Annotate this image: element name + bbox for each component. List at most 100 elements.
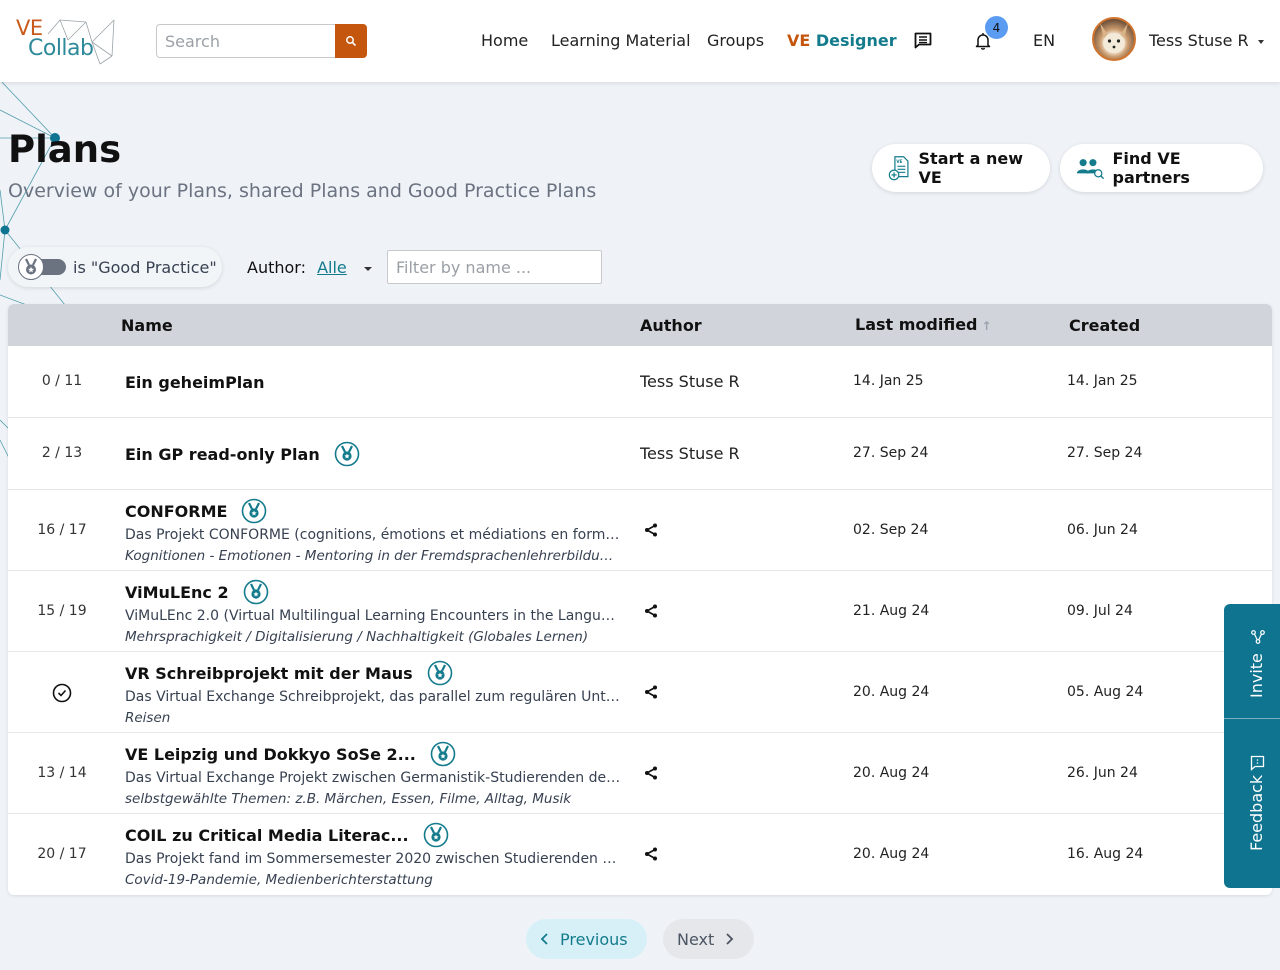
previous-page-button[interactable]: Previous xyxy=(526,919,647,959)
plan-author: Tess Stuse R xyxy=(640,372,740,391)
language-switcher[interactable]: EN xyxy=(1033,31,1055,50)
plan-created: 09. Jul 24 xyxy=(1067,602,1133,619)
plan-created: 27. Sep 24 xyxy=(1067,445,1143,461)
plan-last-modified: 20. Aug 24 xyxy=(853,845,930,862)
table-row[interactable]: 16 / 17 CONFORME Das Projekt CONFORME (cog… xyxy=(8,490,1272,571)
nav-ve-designer-suffix: Designer xyxy=(815,31,897,50)
nav-learning-material[interactable]: Learning Material xyxy=(551,31,691,50)
find-ve-partners-label: Find VE partners xyxy=(1112,149,1190,187)
plan-topics: Reisen xyxy=(125,710,171,726)
good-practice-medal-icon xyxy=(427,660,453,686)
search-input[interactable] xyxy=(156,24,336,58)
side-action-tab: Invite Feedback xyxy=(1224,604,1280,888)
find-partners-icon xyxy=(1076,159,1105,180)
nav-home[interactable]: Home xyxy=(481,31,528,50)
plan-last-modified: 14. Jan 25 xyxy=(853,373,924,389)
plan-description: ViMuLEnc 2.0 (Virtual Multilingual Learn… xyxy=(125,608,621,624)
completed-check-icon xyxy=(8,683,116,707)
plan-topics: Mehrsprachigkeit / Digitalisierung / Nac… xyxy=(125,629,589,645)
plan-last-modified: 21. Aug 24 xyxy=(853,602,930,619)
plan-name-link[interactable]: Ein GP read-only Plan xyxy=(125,440,360,468)
search-button[interactable] xyxy=(335,24,367,58)
feedback-icon xyxy=(1250,755,1265,771)
plan-description: Das Virtual Exchange Schreibprojekt, das… xyxy=(125,689,621,705)
column-header-last-modified[interactable]: Last modified ↑ xyxy=(855,315,992,334)
plan-created: 14. Jan 25 xyxy=(1067,373,1138,389)
vecollab-logo[interactable]: VE Collab xyxy=(16,16,120,66)
nav-ve-designer-prefix: VE xyxy=(787,31,811,50)
medal-icon xyxy=(25,258,37,275)
feedback-label: Feedback xyxy=(1247,774,1266,851)
good-practice-medal-icon xyxy=(430,741,456,767)
plan-name: VE Leipzig und Dokkyo SoSe 2... xyxy=(125,744,416,764)
good-practice-label: is "Good Practice" xyxy=(73,258,217,277)
plan-created: 06. Jun 24 xyxy=(1067,521,1138,538)
column-header-name[interactable]: Name xyxy=(121,316,173,335)
column-header-author[interactable]: Author xyxy=(640,316,702,335)
nav-groups[interactable]: Groups xyxy=(707,31,764,50)
plan-last-modified: 20. Aug 24 xyxy=(853,683,930,700)
filter-by-name-input[interactable] xyxy=(387,250,602,284)
plan-name: COIL zu Critical Media Literac... xyxy=(125,825,409,845)
table-row[interactable]: 20 / 17 COIL zu Critical Media Literac...… xyxy=(8,814,1272,895)
plan-created: 16. Aug 24 xyxy=(1067,845,1144,862)
plan-name-link[interactable]: VR Schreibprojekt mit der Maus xyxy=(125,659,453,687)
chevron-right-icon xyxy=(726,933,734,945)
plan-created: 26. Jun 24 xyxy=(1067,764,1138,781)
plan-name-link[interactable]: VE Leipzig und Dokkyo SoSe 2... xyxy=(125,740,456,768)
page-subtitle: Overview of your Plans, shared Plans and… xyxy=(8,180,597,202)
table-row[interactable]: 0 / 11 Ein geheimPlan Tess Stuse R 14. Jan … xyxy=(8,346,1272,418)
plan-description: Das Virtual Exchange Projekt zwischen Ge… xyxy=(125,770,621,786)
plan-name-link[interactable]: COIL zu Critical Media Literac... xyxy=(125,821,449,849)
plan-name-link[interactable]: CONFORME xyxy=(125,497,267,525)
plan-topics: Covid-19-Pandemie, Medienberichterstattu… xyxy=(125,872,433,888)
share-icon[interactable] xyxy=(644,847,658,865)
page-title: Plans xyxy=(8,128,122,171)
plan-progress: 16 / 17 xyxy=(37,521,87,538)
plan-last-modified: 20. Aug 24 xyxy=(853,764,930,781)
column-header-last-modified-label: Last modified xyxy=(855,315,978,334)
previous-label: Previous xyxy=(560,929,628,949)
table-row[interactable]: VR Schreibprojekt mit der Maus Das Virtua… xyxy=(8,652,1272,733)
logo-network-icon xyxy=(47,19,115,65)
caret-down-icon[interactable] xyxy=(363,266,372,271)
invite-button[interactable]: Invite xyxy=(1224,604,1280,718)
plan-name-link[interactable]: Ein geheimPlan xyxy=(125,368,264,396)
next-page-button[interactable]: Next xyxy=(663,919,754,959)
new-plan-document-icon: VE xyxy=(888,156,909,181)
table-row[interactable]: 15 / 19 ViMuLEnc 2 ViMuLEnc 2.0 (Virtual M… xyxy=(8,571,1272,652)
plan-last-modified: 27. Sep 24 xyxy=(853,445,929,461)
feedback-button[interactable]: Feedback xyxy=(1224,719,1280,888)
plan-name-link[interactable]: ViMuLEnc 2 xyxy=(125,578,269,606)
plan-name: Ein geheimPlan xyxy=(125,372,265,392)
chevron-left-icon xyxy=(540,933,548,945)
plan-progress: 0 / 11 xyxy=(41,373,83,389)
plans-table: Name Author Last modified ↑ Created 0 / 1… xyxy=(8,304,1272,895)
user-name: Tess Stuse R xyxy=(1149,31,1249,50)
avatar[interactable] xyxy=(1092,17,1136,61)
user-menu[interactable]: Tess Stuse R xyxy=(1149,31,1264,50)
share-icon[interactable] xyxy=(644,604,658,622)
start-new-ve-button[interactable]: VE Start a new VE xyxy=(872,144,1050,192)
find-ve-partners-button[interactable]: Find VE partners xyxy=(1060,144,1263,192)
author-filter-dropdown[interactable]: Alle xyxy=(317,258,347,277)
good-practice-toggle[interactable]: is "Good Practice" xyxy=(8,247,222,287)
plan-description: Das Projekt fand im Sommersemester 2020 … xyxy=(125,851,621,867)
chat-icon[interactable] xyxy=(914,32,932,49)
table-row[interactable]: 13 / 14 VE Leipzig und Dokkyo SoSe 2... Da… xyxy=(8,733,1272,814)
good-practice-medal-icon xyxy=(243,579,269,605)
table-row[interactable]: 2 / 13 Ein GP read-only Plan Tess Stuse R 2… xyxy=(8,418,1272,490)
invite-label: Invite xyxy=(1247,653,1266,698)
share-icon[interactable] xyxy=(644,685,658,703)
plan-author: Tess Stuse R xyxy=(640,444,740,463)
column-header-created[interactable]: Created xyxy=(1069,316,1140,335)
share-icon[interactable] xyxy=(644,766,658,784)
svg-text:VE: VE xyxy=(896,159,902,165)
share-icon[interactable] xyxy=(644,523,658,541)
nav-ve-designer[interactable]: VE Designer xyxy=(787,31,897,50)
plan-progress: 20 / 17 xyxy=(37,845,87,862)
plan-created: 05. Aug 24 xyxy=(1067,683,1144,700)
plan-topics: selbstgewählte Themen: z.B. Märchen, Ess… xyxy=(125,791,572,807)
invite-share-icon xyxy=(1251,630,1265,644)
plan-name: VR Schreibprojekt mit der Maus xyxy=(125,663,413,683)
